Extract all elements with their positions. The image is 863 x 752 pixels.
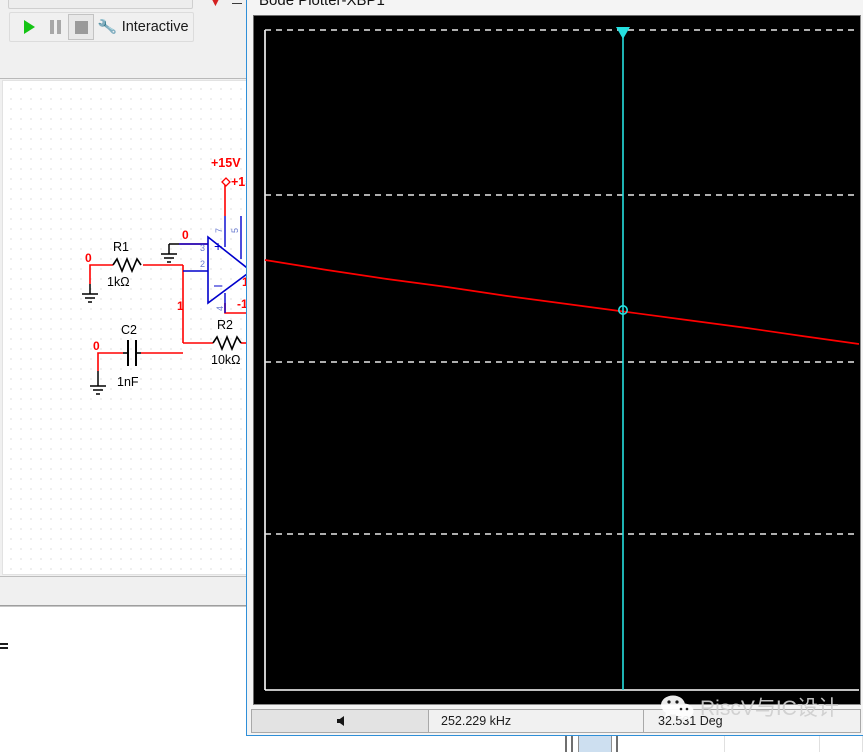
plot-background bbox=[257, 18, 859, 703]
opamp-pin-3: 3 bbox=[200, 243, 205, 253]
bode-plot-graphics bbox=[257, 18, 859, 703]
play-icon bbox=[23, 20, 35, 34]
sheet-tick bbox=[571, 736, 573, 752]
ground-icon[interactable] bbox=[161, 243, 179, 263]
schematic-application: ▼ 🔧 Interactive R1 1kΩ C2 1nF R2 10kΩ + … bbox=[0, 0, 249, 752]
bode-plotter-window[interactable]: Bode Plotter-XBP1 252.229 kHz 32.531 Deg bbox=[246, 0, 863, 736]
red-marker-icon[interactable]: ▼ bbox=[209, 0, 223, 9]
ground-icon[interactable] bbox=[90, 371, 106, 395]
phase-readout: 32.531 Deg bbox=[644, 709, 861, 733]
wrench-icon[interactable]: 🔧 bbox=[97, 17, 118, 36]
arrow-left-icon bbox=[336, 716, 344, 726]
sheet-selected-cell[interactable] bbox=[578, 736, 612, 752]
opamp-pin-7: 7 bbox=[214, 228, 224, 233]
supply-label: +15V bbox=[211, 156, 241, 170]
simulation-mode-label: Interactive bbox=[121, 19, 189, 35]
net-label-0-ninv: 0 bbox=[182, 228, 189, 242]
run-button[interactable] bbox=[16, 14, 42, 40]
resistor-r2-symbol bbox=[212, 334, 242, 352]
resistor-r1-ref: R1 bbox=[113, 240, 129, 254]
spreadsheet-pane[interactable] bbox=[0, 606, 249, 752]
scroll-left-button[interactable] bbox=[251, 709, 429, 733]
net-label-0-c2: 0 bbox=[93, 339, 100, 353]
capacitor-c2-ref: C2 bbox=[121, 323, 137, 337]
supply-diamond-icon bbox=[221, 177, 231, 187]
supply-source[interactable]: +15V +15 bbox=[211, 156, 247, 189]
resistor-r2-ref: R2 bbox=[217, 318, 233, 332]
frequency-readout: 252.229 kHz bbox=[429, 709, 644, 733]
screen-root: ▼ 🔧 Interactive R1 1kΩ C2 1nF R2 10kΩ + … bbox=[0, 0, 863, 752]
sheet-column[interactable] bbox=[725, 736, 820, 752]
resistor-r2-value: 10kΩ bbox=[211, 353, 241, 367]
sheet-column[interactable] bbox=[820, 736, 863, 752]
bode-status-bar: 252.229 kHz 32.531 Deg bbox=[251, 709, 861, 733]
opamp-pin-2: 2 bbox=[200, 259, 205, 269]
net-label-1-node: 1 bbox=[177, 299, 184, 313]
bode-plotter-title: Bode Plotter-XBP1 bbox=[259, 0, 385, 9]
net-labels: 0 0 1 0 1 -1 bbox=[85, 228, 246, 353]
plot-area[interactable] bbox=[257, 18, 859, 703]
sheet-tick bbox=[565, 736, 567, 752]
opamp-pin-5: 5 bbox=[230, 228, 240, 233]
capacitor-c2-value: 1nF bbox=[117, 375, 139, 389]
spreadsheet-sliver[interactable] bbox=[560, 735, 863, 752]
schematic-drawing: R1 1kΩ C2 1nF R2 10kΩ + – 3 2 7 5 4 +15V… bbox=[82, 156, 247, 395]
resistor-r1-value: 1kΩ bbox=[107, 275, 130, 289]
pause-button[interactable] bbox=[42, 14, 68, 40]
opamp-minus-sign: – bbox=[214, 277, 223, 294]
plot-frame bbox=[253, 15, 861, 705]
stop-icon bbox=[74, 20, 88, 34]
capacitor-c2[interactable]: C2 1nF bbox=[117, 323, 139, 389]
schematic-canvas[interactable]: R1 1kΩ C2 1nF R2 10kΩ + – 3 2 7 5 4 +15V… bbox=[2, 80, 247, 575]
ground-icon[interactable] bbox=[82, 284, 98, 303]
simulation-control-group: 🔧 Interactive bbox=[9, 12, 194, 42]
opamp-pin-4: 4 bbox=[215, 306, 225, 311]
simulation-toolbar: 🔧 Interactive bbox=[0, 9, 249, 46]
net-label-0-r1: 0 bbox=[85, 251, 92, 265]
bode-plotter-titlebar[interactable]: Bode Plotter-XBP1 bbox=[247, 0, 863, 13]
schematic-lower-strip bbox=[0, 576, 249, 606]
sheet-column[interactable] bbox=[630, 736, 725, 752]
opamp-plus-sign: + bbox=[214, 238, 222, 254]
secondary-toolbar bbox=[0, 45, 249, 79]
sheet-tick bbox=[616, 736, 618, 752]
minimize-icon[interactable] bbox=[232, 0, 244, 7]
supply-label-secondary: +15 bbox=[231, 175, 247, 189]
resistor-r2[interactable]: R2 10kΩ bbox=[211, 318, 242, 367]
pause-icon bbox=[49, 20, 61, 34]
stop-button[interactable] bbox=[68, 14, 94, 40]
menu-strip-truncated-text bbox=[8, 0, 193, 9]
resistor-r1-symbol bbox=[112, 256, 142, 274]
row-marker-icon bbox=[0, 643, 10, 653]
